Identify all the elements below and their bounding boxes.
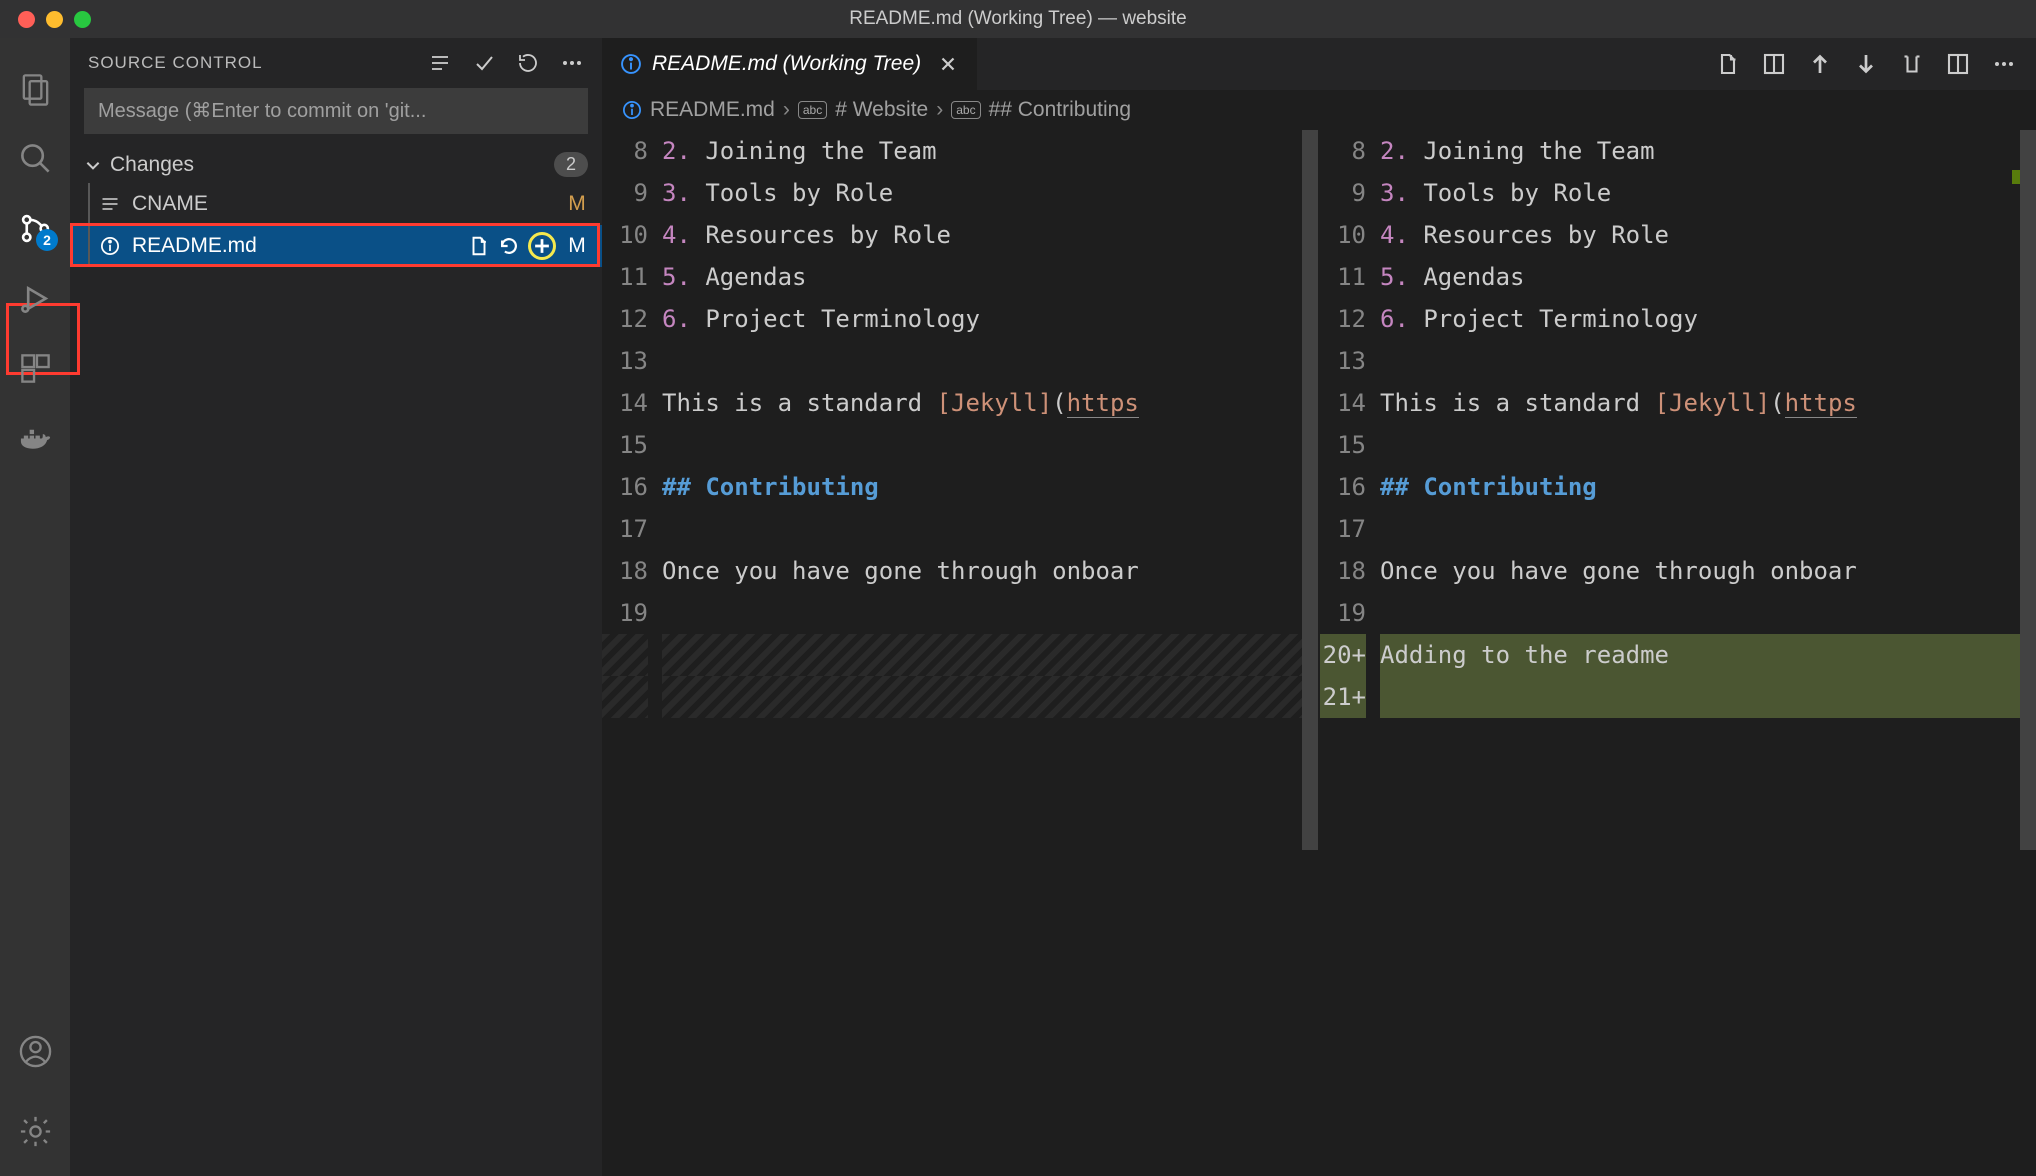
- editor-tab-readme[interactable]: README.md (Working Tree): [602, 38, 977, 90]
- line-gutter: 8910111213141516171819: [602, 130, 662, 1176]
- diff-modified-pane[interactable]: 891011121314151617181920+21+ 2. Joining …: [1320, 130, 2036, 1176]
- file-name: README.md: [132, 234, 468, 258]
- info-icon: [100, 236, 122, 256]
- search-icon[interactable]: [0, 123, 70, 193]
- more-actions-icon[interactable]: [560, 51, 584, 75]
- status-letter: M: [566, 234, 588, 258]
- file-row-cname[interactable]: CNAME M: [70, 183, 602, 225]
- scm-badge: 2: [36, 229, 58, 251]
- chevron-right-icon: ›: [783, 98, 790, 122]
- line-gutter: 891011121314151617181920+21+: [1320, 130, 1380, 1176]
- file-lines-icon: [100, 194, 122, 214]
- window-close-button[interactable]: [18, 11, 35, 28]
- diff-view: 8910111213141516171819 2. Joining the Te…: [602, 130, 2036, 1176]
- info-icon: [620, 53, 642, 75]
- breadcrumb-section: ## Contributing: [989, 98, 1131, 122]
- editor-area: README.md (Working Tree) README.md ›: [602, 38, 2036, 1176]
- titlebar: README.md (Working Tree) — website: [0, 0, 2036, 38]
- code-content[interactable]: 2. Joining the Team3. Tools by Role4. Re…: [662, 130, 1318, 1176]
- changes-label: Changes: [110, 153, 194, 177]
- scrollbar[interactable]: [2020, 130, 2036, 1176]
- tab-bar: README.md (Working Tree): [602, 38, 2036, 90]
- window-zoom-button[interactable]: [74, 11, 91, 28]
- code-content[interactable]: 2. Joining the Team3. Tools by Role4. Re…: [1380, 130, 2036, 1176]
- run-debug-icon[interactable]: [0, 263, 70, 333]
- minimap[interactable]: [1980, 130, 2020, 1176]
- breadcrumb-section: # Website: [835, 98, 928, 122]
- panel-title: SOURCE CONTROL: [88, 53, 410, 73]
- docker-icon[interactable]: [0, 403, 70, 473]
- scrollbar[interactable]: [1302, 130, 1318, 1176]
- changes-section-header[interactable]: Changes 2: [70, 146, 602, 183]
- close-tab-icon[interactable]: [937, 53, 959, 75]
- symbol-icon: abc: [798, 101, 827, 119]
- more-actions-icon[interactable]: [1992, 52, 2016, 76]
- stage-changes-button[interactable]: [528, 232, 556, 260]
- next-change-icon[interactable]: [1854, 52, 1878, 76]
- source-control-panel: SOURCE CONTROL Changes 2 CNAME: [70, 38, 602, 1176]
- whitespace-icon[interactable]: [1900, 52, 1924, 76]
- commit-message-input[interactable]: [84, 88, 588, 134]
- commit-check-icon[interactable]: [472, 51, 496, 75]
- info-icon: [622, 100, 642, 120]
- toggle-inline-icon[interactable]: [1762, 52, 1786, 76]
- refresh-icon[interactable]: [516, 51, 540, 75]
- settings-gear-icon[interactable]: [0, 1096, 70, 1166]
- file-row-readme[interactable]: README.md M: [70, 225, 602, 267]
- discard-changes-icon[interactable]: [498, 235, 520, 257]
- previous-change-icon[interactable]: [1808, 52, 1832, 76]
- breadcrumb[interactable]: README.md › abc # Website › abc ## Contr…: [602, 90, 2036, 130]
- breadcrumb-file: README.md: [650, 98, 775, 122]
- extensions-icon[interactable]: [0, 333, 70, 403]
- status-letter: M: [566, 192, 588, 216]
- diff-original-pane[interactable]: 8910111213141516171819 2. Joining the Te…: [602, 130, 1318, 1176]
- tab-label: README.md (Working Tree): [652, 52, 921, 76]
- explorer-icon[interactable]: [0, 53, 70, 123]
- view-as-tree-icon[interactable]: [428, 51, 452, 75]
- chevron-down-icon: [84, 156, 102, 174]
- split-editor-icon[interactable]: [1946, 52, 1970, 76]
- open-file-icon[interactable]: [468, 235, 490, 257]
- accounts-icon[interactable]: [0, 1016, 70, 1086]
- open-file-icon[interactable]: [1716, 52, 1740, 76]
- symbol-icon: abc: [951, 101, 980, 119]
- changes-count-badge: 2: [554, 152, 588, 177]
- window-minimize-button[interactable]: [46, 11, 63, 28]
- source-control-icon[interactable]: 2: [0, 193, 70, 263]
- chevron-right-icon: ›: [936, 98, 943, 122]
- file-name: CNAME: [132, 192, 556, 216]
- activity-bar: 2: [0, 38, 70, 1176]
- window-title: README.md (Working Tree) — website: [849, 8, 1187, 30]
